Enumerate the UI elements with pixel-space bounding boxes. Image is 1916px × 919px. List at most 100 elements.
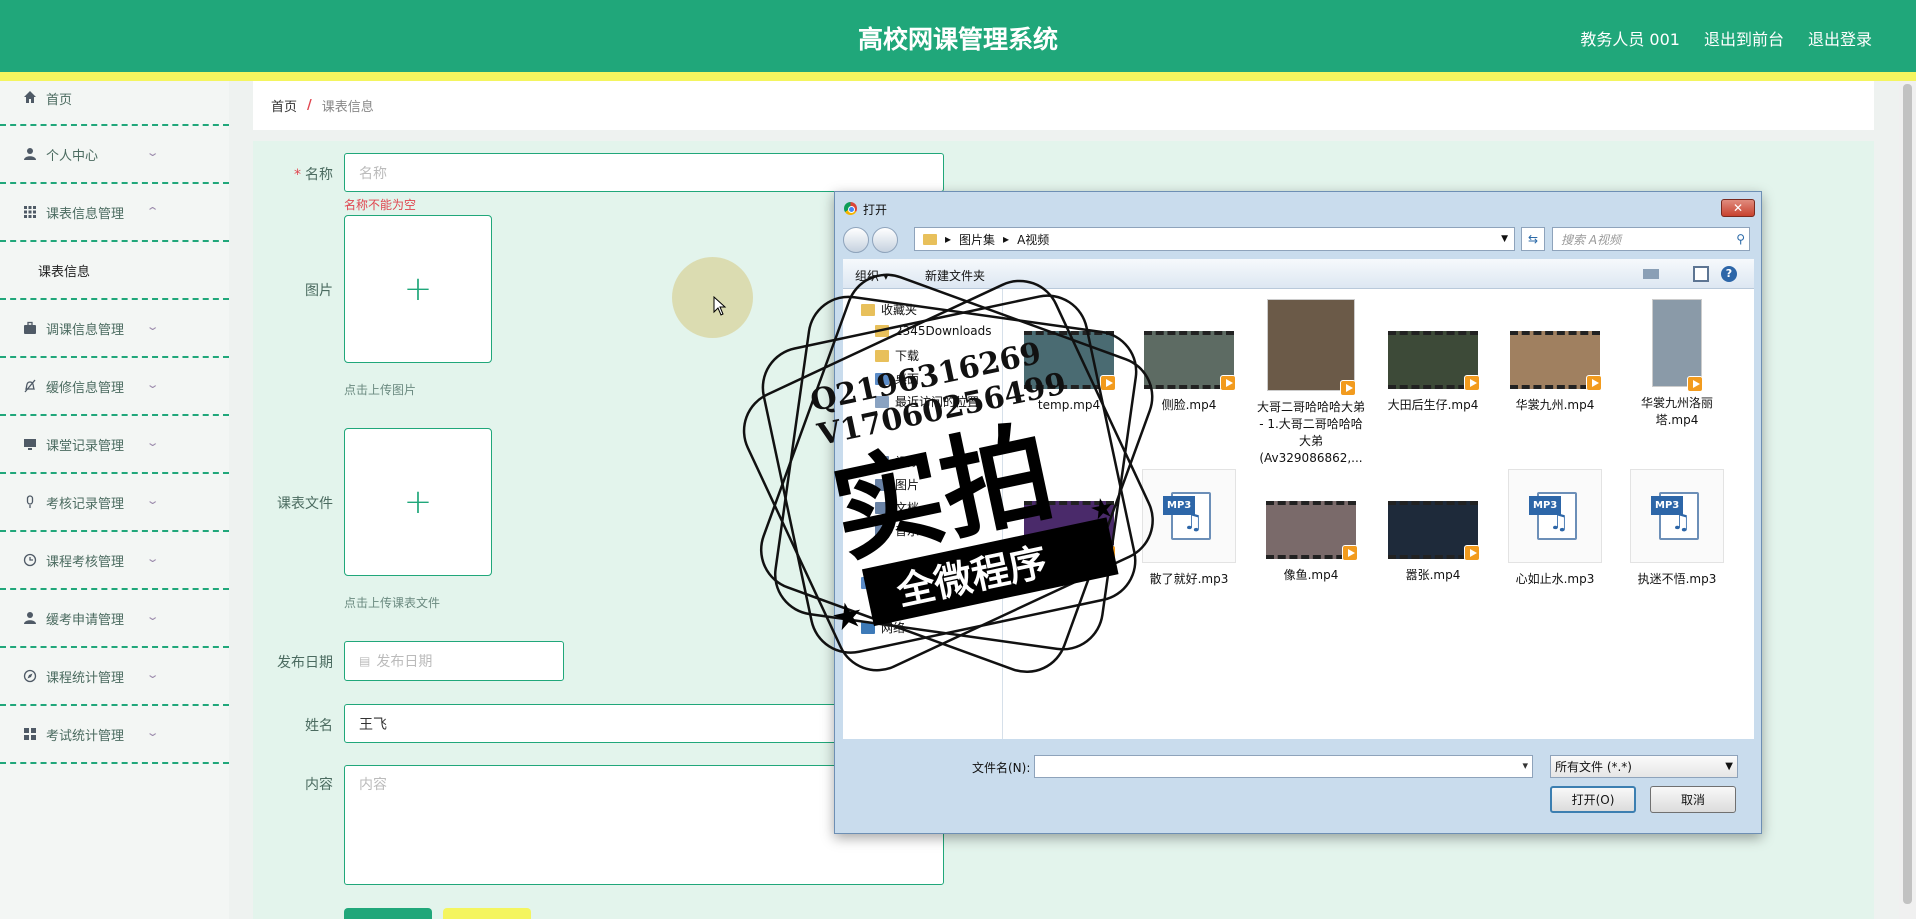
chevron-down-icon: ⌄ (145, 494, 160, 507)
file-item[interactable]: 大田后生仔.mp4 (1379, 331, 1487, 414)
sidebar-item-label: 课堂记录管理 (46, 438, 125, 454)
play-icon (1220, 375, 1236, 391)
file-name: 华裳九州洛丽塔.mp4 (1640, 396, 1713, 427)
file-item[interactable]: 华裳九州洛丽塔.mp4 (1623, 299, 1731, 429)
tree-item-documents[interactable]: 文档 (875, 499, 919, 516)
sidebar-item-course-stats[interactable]: 课程统计管理 ⌄ (0, 648, 229, 706)
breadcrumb-home-link[interactable]: 首页 (271, 96, 297, 115)
schedule-file-label: 课表文件 (277, 496, 333, 512)
bell-off-icon (22, 378, 38, 394)
publish-date-picker[interactable]: ▤ 发布日期 (344, 641, 564, 681)
sidebar-item-label: 课表信息管理 (46, 206, 125, 222)
sidebar-item-course-assessment[interactable]: 课程考核管理 ⌄ (0, 532, 229, 590)
view-options-icon[interactable] (1643, 269, 1659, 279)
name-input[interactable]: 名称 (344, 153, 944, 192)
tree-item-music[interactable]: 音乐 (875, 522, 919, 539)
preview-pane-icon[interactable] (1693, 266, 1709, 282)
file-item[interactable]: 像鱼.mp4 (1257, 501, 1365, 584)
file-item[interactable]: MP3 ♫ 散了就好.mp3 (1135, 469, 1243, 588)
filetype-select[interactable]: 所有文件 (*.*) ▼ (1550, 755, 1738, 778)
page-scrollbar-thumb[interactable] (1903, 84, 1912, 904)
video-thumbnail (1510, 331, 1602, 391)
chevron-up-icon: ⌄ (145, 204, 160, 217)
new-folder-button[interactable]: 新建文件夹 (925, 267, 985, 284)
path-segment[interactable]: A视频 (1017, 231, 1049, 248)
sidebar-item-deferral[interactable]: 缓修信息管理 ⌄ (0, 358, 229, 416)
open-button[interactable]: 打开(O) (1550, 786, 1636, 813)
open-file-dialog: 打开 ✕ ▸ 图片集 ▸ A视频 ▼ ⇆ 搜索 A视频 ⚲ 组织 ▾ 新建文件夹… (834, 191, 1762, 834)
file-item[interactable]: ...mp4 (1015, 501, 1123, 584)
sidebar-item-home[interactable]: 首页 (0, 81, 229, 126)
network-icon (861, 621, 875, 634)
filename-input[interactable] (1034, 755, 1533, 778)
image-upload-button[interactable]: + (344, 215, 492, 363)
tree-item-desktop[interactable]: 桌面 (875, 370, 919, 387)
file-item[interactable]: MP3 ♫ 心如止水.mp3 (1501, 469, 1609, 588)
sidebar-item-exam-stats[interactable]: 考试统计管理 ⌄ (0, 706, 229, 764)
chevron-down-icon: ⌄ (145, 552, 160, 565)
tree-item-pictures[interactable]: 图片 (875, 476, 919, 493)
submit-button[interactable] (344, 908, 432, 919)
plus-icon: + (403, 269, 433, 309)
dialog-cancel-button[interactable]: 取消 (1650, 786, 1736, 813)
chevron-down-icon: ⌄ (145, 146, 160, 159)
star-icon (861, 303, 875, 316)
name-person-label: 姓名 (305, 718, 333, 734)
help-icon[interactable]: ? (1721, 266, 1737, 282)
back-to-frontend-link[interactable]: 退出到前台 (1704, 26, 1784, 50)
dialog-search-input[interactable]: 搜索 A视频 ⚲ (1552, 227, 1750, 251)
forward-arrow-icon[interactable] (872, 227, 898, 253)
sidebar-item-label: 个人中心 (46, 148, 99, 164)
image-label: 图片 (305, 283, 333, 299)
dropdown-arrow-icon[interactable]: ▼ (1501, 234, 1508, 244)
file-name: 像鱼.mp4 (1283, 568, 1339, 582)
file-name: ...mp4 (1049, 568, 1089, 582)
file-item[interactable]: 嚣张.mp4 (1379, 501, 1487, 584)
schedule-file-upload-button[interactable]: + (344, 428, 492, 576)
sidebar-item-assessment-records[interactable]: 考核记录管理 ⌄ (0, 474, 229, 532)
back-arrow-icon[interactable] (843, 227, 869, 253)
tree-item-downloads-2345[interactable]: 2345Downloads (875, 324, 991, 338)
sidebar: 首页 个人中心 ⌄ 课表信息管理 ⌄ 课表信息 调课信息管理 ⌄ 缓修信息管理 … (0, 81, 229, 919)
video-thumbnail (1266, 501, 1358, 561)
sidebar-item-personal-center[interactable]: 个人中心 ⌄ (0, 126, 229, 184)
file-item[interactable]: 大哥二哥哈哈哈大弟 - 1.大哥二哥哈哈哈大弟(Av329086862,... (1257, 299, 1365, 467)
sidebar-item-label: 考核记录管理 (46, 496, 125, 512)
tree-item-videos[interactable]: 视频 (875, 453, 919, 470)
tree-item-network[interactable]: 网络 (861, 619, 905, 636)
sidebar-subitem-schedule-info[interactable]: 课表信息 (0, 242, 229, 300)
file-name: 心如止水.mp3 (1515, 572, 1595, 586)
folder-icon (875, 349, 889, 362)
sidebar-item-exam-deferral[interactable]: 缓考申请管理 ⌄ (0, 590, 229, 648)
user-icon (22, 146, 38, 162)
tree-item-computer[interactable]: 计算机 (861, 574, 917, 591)
name-label: * 名称 (294, 167, 333, 183)
tree-item-recent[interactable]: 最近访问的位置 (875, 393, 979, 410)
navigation-tree: 收藏夹 2345Downloads 下载 桌面 最近访问的位置 视频 图片 文档… (843, 289, 1003, 739)
file-item[interactable]: 华裳九州.mp4 (1501, 331, 1609, 414)
dialog-close-button[interactable]: ✕ (1721, 199, 1755, 217)
play-icon (1340, 380, 1356, 396)
sidebar-item-schedule-management[interactable]: 课表信息管理 ⌄ (0, 184, 229, 242)
tree-item-downloads[interactable]: 下载 (875, 347, 919, 364)
briefcase-icon (22, 320, 38, 336)
file-item[interactable]: temp.mp4 (1015, 331, 1123, 414)
video-thumbnail (1024, 331, 1116, 391)
logout-link[interactable]: 退出登录 (1808, 26, 1872, 50)
video-thumbnail (1144, 331, 1236, 391)
play-icon (1100, 545, 1116, 561)
cancel-button[interactable] (443, 908, 531, 919)
file-name: temp.mp4 (1037, 398, 1101, 412)
address-bar[interactable]: ▸ 图片集 ▸ A视频 ▼ (914, 227, 1515, 251)
organize-menu[interactable]: 组织 ▾ (855, 267, 889, 284)
video-library-icon (875, 455, 889, 468)
chevron-down-icon: ⌄ (145, 668, 160, 681)
tree-item-favorites[interactable]: 收藏夹 (861, 301, 917, 318)
file-browser-pane: 收藏夹 2345Downloads 下载 桌面 最近访问的位置 视频 图片 文档… (843, 289, 1754, 739)
sidebar-item-course-adjust[interactable]: 调课信息管理 ⌄ (0, 300, 229, 358)
refresh-icon[interactable]: ⇆ (1521, 227, 1545, 251)
sidebar-item-class-records[interactable]: 课堂记录管理 ⌄ (0, 416, 229, 474)
path-segment[interactable]: 图片集 (959, 231, 995, 248)
file-item[interactable]: 侧脸.mp4 (1135, 331, 1243, 414)
file-item[interactable]: MP3 ♫ 执迷不悟.mp3 (1623, 469, 1731, 588)
